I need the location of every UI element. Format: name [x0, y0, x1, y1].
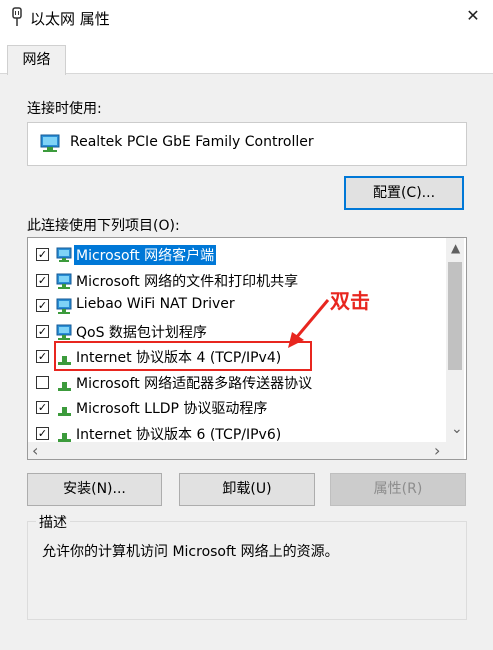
window-title: 以太网 属性	[30, 10, 110, 28]
network-adapter-icon	[12, 7, 22, 26]
adapter-box: Realtek PCIe GbE Family Controller	[27, 122, 467, 166]
list-item[interactable]: ✓ Microsoft LLDP 协议驱动程序	[28, 395, 448, 420]
network-client-icon	[56, 246, 74, 264]
protocol-icon	[56, 425, 74, 443]
vertical-scroll-thumb[interactable]	[448, 262, 462, 370]
item-checkbox[interactable]: ✓	[36, 248, 49, 261]
item-checkbox[interactable]: ✓	[36, 401, 49, 414]
description-group	[27, 521, 467, 620]
tab-divider	[0, 73, 493, 74]
horizontal-scrollbar[interactable]	[28, 442, 446, 459]
item-checkbox[interactable]: ✓	[36, 299, 49, 312]
list-item[interactable]: ✓ Microsoft 网络的文件和打印机共享	[28, 268, 448, 293]
list-item[interactable]: ✓ Liebao WiFi NAT Driver	[28, 293, 448, 318]
list-item-label: Internet 协议版本 6 (TCP/IPv6)	[76, 426, 282, 443]
properties-button[interactable]: 属性(R)	[330, 473, 466, 506]
list-item-label: Liebao WiFi NAT Driver	[76, 296, 235, 312]
network-service-icon	[56, 297, 74, 315]
protocol-icon	[56, 374, 74, 392]
network-adapter-icon	[40, 134, 60, 152]
list-item[interactable]: ✓ Microsoft 网络客户端	[28, 242, 448, 267]
item-checkbox[interactable]: ✓	[36, 273, 49, 287]
install-button[interactable]: 安装(N)...	[27, 473, 162, 506]
scrollbar-corner	[446, 442, 464, 459]
list-item-label: Microsoft LLDP 协议驱动程序	[76, 401, 268, 417]
annotation-label: 双击	[330, 289, 370, 313]
tab-network[interactable]: 网络	[7, 45, 66, 75]
items-label: 此连接使用下列项目(O):	[27, 218, 180, 234]
adapter-name: Realtek PCIe GbE Family Controller	[70, 134, 314, 150]
network-service-icon	[56, 323, 74, 341]
connect-using-label: 连接时使用:	[27, 101, 102, 117]
scroll-right-icon[interactable]: ›	[434, 441, 440, 460]
list-item-label: Microsoft 网络适配器多路传送器协议	[76, 375, 313, 392]
network-service-icon	[56, 272, 74, 290]
annotation-highlight-box	[54, 341, 312, 371]
description-text: 允许你的计算机访问 Microsoft 网络上的资源。	[42, 544, 339, 560]
item-checkbox[interactable]: ✓	[36, 324, 49, 338]
scroll-up-icon[interactable]: ▲	[451, 241, 460, 255]
close-icon[interactable]: ✕	[465, 8, 481, 24]
item-checkbox[interactable]: ✓	[36, 350, 49, 363]
scroll-down-icon[interactable]: ⌄	[451, 421, 463, 437]
scroll-left-icon[interactable]: ‹	[32, 441, 38, 460]
list-item[interactable]: Microsoft 网络适配器多路传送器协议	[28, 370, 448, 395]
description-legend: 描述	[36, 512, 70, 532]
item-checkbox[interactable]	[36, 375, 49, 389]
configure-button[interactable]: 配置(C)...	[344, 176, 464, 210]
uninstall-button[interactable]: 卸载(U)	[179, 473, 315, 506]
list-item-label: Microsoft 网络的文件和打印机共享	[76, 273, 299, 290]
item-checkbox[interactable]: ✓	[36, 426, 49, 440]
list-item-label: QoS 数据包计划程序	[76, 324, 207, 341]
list-item-label: Microsoft 网络客户端	[74, 245, 217, 265]
protocol-icon	[56, 399, 74, 417]
list-item[interactable]: ✓ QoS 数据包计划程序	[28, 319, 448, 344]
